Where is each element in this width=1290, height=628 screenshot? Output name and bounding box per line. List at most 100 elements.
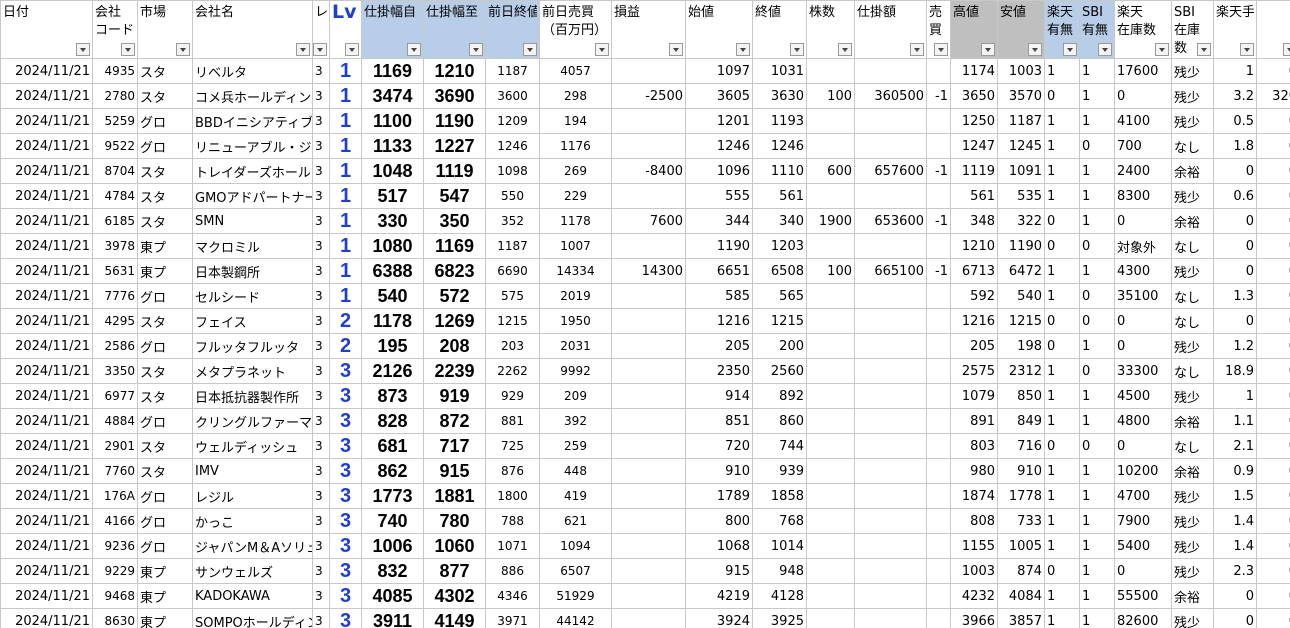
cell-extra[interactable]: 0: [1256, 583, 1290, 609]
cell-rakuten-flag[interactable]: 0: [1044, 558, 1080, 584]
cell-market[interactable]: 東プ: [137, 233, 193, 259]
cell-prev-close[interactable]: 1246: [485, 133, 540, 159]
cell-close[interactable]: 1858: [752, 483, 807, 509]
cell-shares[interactable]: [806, 408, 855, 434]
cell-extra[interactable]: 0: [1256, 408, 1290, 434]
cell-side[interactable]: [926, 458, 951, 484]
cell-close[interactable]: 6508: [752, 258, 807, 284]
cell-company[interactable]: メタプラネット: [192, 358, 313, 384]
cell-level[interactable]: 3: [312, 533, 330, 559]
cell-extra[interactable]: 0: [1256, 133, 1290, 159]
cell-high[interactable]: 1079: [950, 383, 998, 409]
cell-low[interactable]: 874: [997, 558, 1045, 584]
cell-close[interactable]: 340: [752, 208, 807, 234]
column-header-shares[interactable]: 株数: [806, 0, 855, 59]
cell-sbi-flag[interactable]: 0: [1079, 133, 1115, 159]
cell-close[interactable]: 1203: [752, 233, 807, 259]
cell-side[interactable]: [926, 533, 951, 559]
cell-level[interactable]: 3: [312, 608, 330, 628]
cell-prev-close[interactable]: 1187: [485, 233, 540, 259]
cell-open[interactable]: 720: [685, 433, 753, 459]
cell-sbi-flag[interactable]: 1: [1079, 458, 1115, 484]
column-header-pnl[interactable]: 損益: [611, 0, 686, 59]
cell-prev-volume[interactable]: 51929: [539, 583, 612, 609]
cell-entry-from[interactable]: 2126: [361, 358, 424, 384]
cell-prev-close[interactable]: 1098: [485, 158, 540, 184]
cell-rakuten-stock[interactable]: 33300: [1114, 358, 1172, 384]
cell-rakuten-fee[interactable]: 0.6: [1213, 183, 1257, 209]
cell-side[interactable]: -1: [926, 83, 951, 109]
cell-lv[interactable]: 1: [329, 108, 362, 134]
cell-entry-from[interactable]: 540: [361, 283, 424, 309]
filter-dropdown-icon[interactable]: [1197, 43, 1211, 56]
cell-date[interactable]: 2024/11/21: [0, 383, 93, 409]
cell-shares[interactable]: [806, 483, 855, 509]
cell-open[interactable]: 914: [685, 383, 753, 409]
cell-extra[interactable]: 320: [1256, 83, 1290, 109]
cell-pnl[interactable]: [611, 183, 686, 209]
filter-dropdown-icon[interactable]: [669, 43, 683, 56]
cell-open[interactable]: 1201: [685, 108, 753, 134]
cell-prev-close[interactable]: 3971: [485, 608, 540, 628]
filter-dropdown-icon[interactable]: [790, 43, 804, 56]
cell-extra[interactable]: 0: [1256, 283, 1290, 309]
cell-entry-amount[interactable]: [854, 108, 927, 134]
cell-entry-from[interactable]: 873: [361, 383, 424, 409]
cell-entry-to[interactable]: 4149: [423, 608, 486, 628]
cell-entry-amount[interactable]: [854, 458, 927, 484]
cell-high[interactable]: 2575: [950, 358, 998, 384]
cell-pnl[interactable]: [611, 383, 686, 409]
cell-rakuten-fee[interactable]: 0: [1213, 158, 1257, 184]
cell-lv[interactable]: 3: [329, 358, 362, 384]
cell-low[interactable]: 1215: [997, 308, 1045, 334]
cell-company[interactable]: セルシード: [192, 283, 313, 309]
cell-prev-close[interactable]: 550: [485, 183, 540, 209]
cell-sbi-flag[interactable]: 1: [1079, 183, 1115, 209]
cell-prev-volume[interactable]: 229: [539, 183, 612, 209]
cell-shares[interactable]: [806, 108, 855, 134]
cell-side[interactable]: [926, 233, 951, 259]
cell-prev-close[interactable]: 4346: [485, 583, 540, 609]
cell-code[interactable]: 4295: [92, 308, 138, 334]
cell-low[interactable]: 716: [997, 433, 1045, 459]
filter-dropdown-icon[interactable]: [1155, 43, 1169, 56]
cell-sbi-flag[interactable]: 1: [1079, 108, 1115, 134]
cell-entry-amount[interactable]: [854, 283, 927, 309]
cell-rakuten-fee[interactable]: 0.9: [1213, 458, 1257, 484]
filter-dropdown-icon[interactable]: [1028, 43, 1042, 56]
cell-pnl[interactable]: [611, 58, 686, 84]
cell-side[interactable]: [926, 583, 951, 609]
cell-rakuten-fee[interactable]: 1.4: [1213, 508, 1257, 534]
cell-extra[interactable]: 0: [1256, 183, 1290, 209]
cell-market[interactable]: グロ: [137, 533, 193, 559]
cell-shares[interactable]: [806, 433, 855, 459]
cell-market[interactable]: グロ: [137, 283, 193, 309]
cell-rakuten-fee[interactable]: 0: [1213, 608, 1257, 628]
cell-side[interactable]: [926, 508, 951, 534]
cell-entry-to[interactable]: 572: [423, 283, 486, 309]
cell-entry-amount[interactable]: [854, 133, 927, 159]
cell-sbi-stock[interactable]: 残少: [1171, 533, 1214, 559]
cell-company[interactable]: フルッタフルッタ: [192, 333, 313, 359]
cell-rakuten-flag[interactable]: 1: [1044, 108, 1080, 134]
cell-entry-from[interactable]: 862: [361, 458, 424, 484]
cell-entry-from[interactable]: 330: [361, 208, 424, 234]
cell-open[interactable]: 1789: [685, 483, 753, 509]
cell-high[interactable]: 3966: [950, 608, 998, 628]
cell-market[interactable]: スタ: [137, 58, 193, 84]
cell-rakuten-stock[interactable]: 4100: [1114, 108, 1172, 134]
cell-lv[interactable]: 3: [329, 508, 362, 534]
cell-sbi-flag[interactable]: 0: [1079, 283, 1115, 309]
cell-company[interactable]: ウェルディッシュ: [192, 433, 313, 459]
column-header-sbi-stock[interactable]: SBI 在庫数: [1171, 0, 1214, 59]
cell-rakuten-flag[interactable]: 0: [1044, 208, 1080, 234]
cell-prev-close[interactable]: 876: [485, 458, 540, 484]
cell-date[interactable]: 2024/11/21: [0, 283, 93, 309]
cell-open[interactable]: 2350: [685, 358, 753, 384]
cell-rakuten-flag[interactable]: 1: [1044, 483, 1080, 509]
cell-level[interactable]: 3: [312, 508, 330, 534]
cell-high[interactable]: 1174: [950, 58, 998, 84]
cell-entry-amount[interactable]: [854, 508, 927, 534]
cell-rakuten-stock[interactable]: 35100: [1114, 283, 1172, 309]
cell-rakuten-stock[interactable]: 0: [1114, 433, 1172, 459]
